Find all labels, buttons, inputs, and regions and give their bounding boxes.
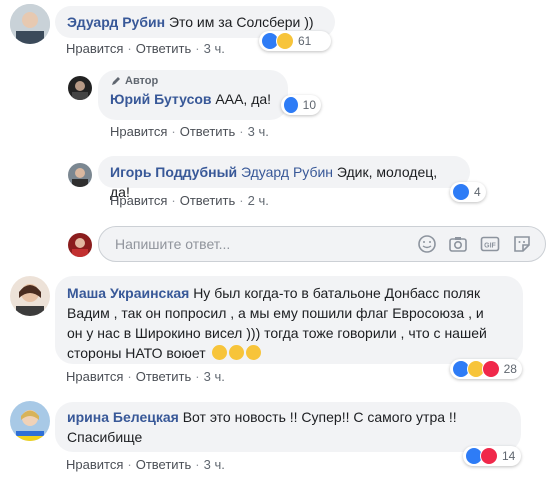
avatar[interactable] [68,76,92,100]
author-badge: Автор [110,74,276,88]
like-link[interactable]: Нравится [66,41,123,56]
comment-text-line: Ну был когда-то в батальоне Донбасс поля… [193,285,481,301]
comment-actions: Нравится · Ответить · 3 ч. [66,369,225,384]
reactions-summary[interactable]: 61 [259,31,331,51]
reactions-count: 28 [503,362,517,376]
comment-bubble: Автор Юрий Бутусов ААА, да! [98,70,288,120]
reactions-count: 4 [474,185,481,199]
reply-input[interactable] [113,235,397,253]
reply-link[interactable]: Ответить [136,369,192,384]
comment-actions: Нравится · Ответить · 3 ч. [110,124,269,139]
avatar[interactable] [10,4,50,44]
laughing-emoji-icon [228,345,244,360]
love-reaction-icon [481,360,500,378]
avatar[interactable] [10,276,50,316]
comment-bubble: Маша Украинская Ну был когда-то в баталь… [55,276,523,364]
comment-text: ААА, да! [215,91,272,107]
reply-link[interactable]: Ответить [180,193,236,208]
like-link[interactable]: Нравится [110,193,167,208]
like-link[interactable]: Нравится [66,369,123,384]
comment-bubble: Игорь Поддубный Эдуард Рубин Эдик, молод… [98,156,470,200]
laughing-emoji-icon [245,345,261,360]
comment-text-line: Спасибище [67,429,143,445]
comment-author[interactable]: ирина Белецкая [67,409,179,425]
timestamp[interactable]: 3 ч. [204,369,225,384]
timestamp[interactable]: 3 ч. [204,457,225,472]
camera-icon[interactable] [448,234,468,254]
reactions-count: 61 [298,34,312,48]
reactions-summary[interactable]: 4 [450,182,486,202]
current-user-avatar [68,233,92,257]
avatar[interactable] [10,401,50,441]
love-reaction-icon [480,447,498,465]
mention-link[interactable]: Эдуард Рубин [241,164,333,180]
comment-actions: Нравится · Ответить · 2 ч. [110,193,269,208]
laughing-emoji-icon [211,345,227,360]
comment-text-line: Вадим , так он попросил , а мы ему пошил… [67,305,484,321]
reply-link[interactable]: Ответить [136,457,192,472]
like-link[interactable]: Нравится [110,124,167,139]
reactions-summary[interactable]: 28 [450,359,522,379]
timestamp[interactable]: 2 ч. [248,193,269,208]
comment-actions: Нравится · Ответить · 3 ч. [66,457,225,472]
reactions-summary[interactable]: 14 [463,446,521,466]
gif-icon[interactable]: GIF [480,234,500,254]
comment-author[interactable]: Игорь Поддубный [110,164,237,180]
comment-text: Это им за Солсбери )) [168,14,314,30]
sticker-icon[interactable] [512,234,532,254]
like-reaction-icon [452,183,470,201]
comment-text-line: стороны НАТО воюет [67,345,206,361]
comment-bubble: ирина Белецкая Вот это новость !! Супер!… [55,402,521,452]
svg-text:GIF: GIF [484,243,496,250]
timestamp[interactable]: 3 ч. [248,124,269,139]
like-link[interactable]: Нравится [66,457,123,472]
comment-author[interactable]: Маша Украинская [67,285,189,301]
reactions-count: 10 [302,98,316,112]
timestamp[interactable]: 3 ч. [204,41,225,56]
haha-reaction-icon [276,32,294,50]
comment-text-line: он у нас в Широкино висел ))) тогда тоже… [67,325,487,341]
reply-link[interactable]: Ответить [180,124,236,139]
pencil-icon [112,77,120,85]
reply-box: GIF [98,226,546,262]
like-reaction-icon [283,96,299,114]
comment-author[interactable]: Юрий Бутусов [110,91,212,107]
comment-text-line: Вот это новость !! Супер!! С самого утра… [182,409,457,425]
avatar[interactable] [68,163,92,187]
reactions-count: 14 [502,449,516,463]
comment-actions: Нравится · Ответить · 3 ч. [66,41,225,56]
reply-link[interactable]: Ответить [136,41,192,56]
reactions-summary[interactable]: 10 [281,95,321,115]
emoji-icon[interactable] [417,234,437,254]
comment-author[interactable]: Эдуард Рубин [67,14,165,30]
